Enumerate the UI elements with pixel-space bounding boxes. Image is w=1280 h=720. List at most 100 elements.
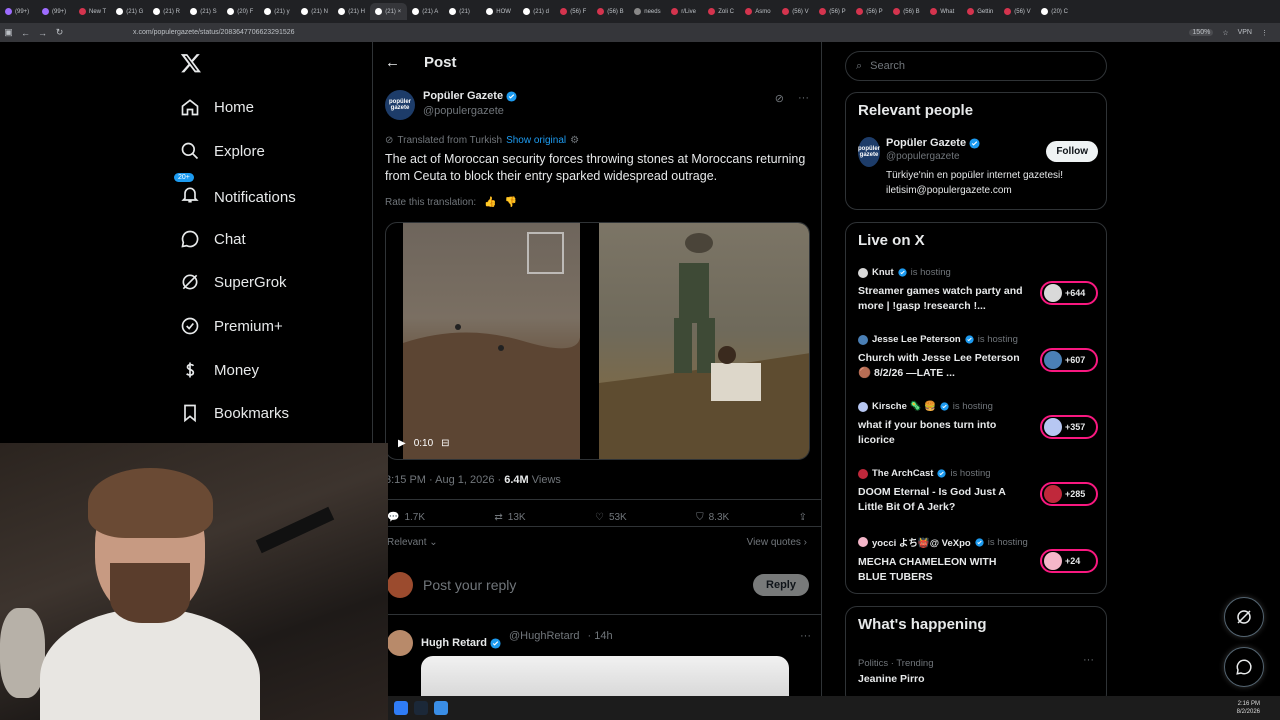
browser-tab[interactable]: New T xyxy=(74,3,111,20)
browser-tab[interactable]: (56) V xyxy=(999,3,1036,20)
live-item[interactable]: The ArchCast is hosting DOOM Eternal - Is … xyxy=(858,468,1098,515)
live-item[interactable]: Knut is hosting Streamer games watch party… xyxy=(858,267,1098,314)
settings-icon[interactable]: ⚙ xyxy=(570,135,579,146)
browser-tab[interactable]: Zoli C xyxy=(703,3,740,20)
browser-tab[interactable]: r/Live xyxy=(666,3,703,20)
forward-icon[interactable]: → xyxy=(34,28,51,38)
host-name[interactable]: Jesse Lee Peterson xyxy=(872,334,961,345)
host-name[interactable]: Knut xyxy=(872,267,894,278)
browser-tab[interactable]: (21) S xyxy=(185,3,222,20)
listener-pill[interactable]: +357 xyxy=(1040,415,1098,439)
nav-chat[interactable]: Chat xyxy=(180,229,246,249)
start-icon[interactable] xyxy=(394,701,408,715)
browser-tab[interactable]: (21) G xyxy=(111,3,148,20)
chat-fab[interactable] xyxy=(1224,647,1264,687)
live-title[interactable]: DOOM Eternal - Is God Just A Little Bit … xyxy=(858,485,1023,515)
thumbs-down-icon[interactable]: 👎 xyxy=(505,197,517,208)
listener-pill[interactable]: +607 xyxy=(1040,348,1098,372)
nav-supergrok[interactable]: SuperGrok xyxy=(180,272,287,292)
search-input[interactable]: ⌕ Search xyxy=(845,51,1107,81)
listener-pill[interactable]: +285 xyxy=(1040,482,1098,506)
back-icon[interactable]: ← xyxy=(17,28,34,38)
trend-title[interactable]: Jeanine Pirro xyxy=(858,673,925,685)
follow-button[interactable]: Follow xyxy=(1046,141,1098,162)
browser-tab[interactable]: needs xyxy=(629,3,666,20)
nav-notifications[interactable]: 20+ Notifications xyxy=(174,173,296,209)
repost-action[interactable]: ⇄ 13K xyxy=(494,512,525,523)
author-handle[interactable]: @populergazete xyxy=(423,105,517,117)
nav-money[interactable]: Money xyxy=(180,360,259,380)
live-item[interactable]: Kirsche 🦠 🍔 is hosting what if your bones … xyxy=(858,401,1098,448)
sort-dropdown[interactable]: Relevant ⌄ xyxy=(387,537,438,548)
browser-tab[interactable]: (21) × xyxy=(370,3,408,20)
bookmark-action[interactable]: ⛉ 8.3K xyxy=(696,512,729,523)
reload-icon[interactable]: ↻ xyxy=(51,27,68,38)
host-name[interactable]: Kirsche 🦠 🍔 xyxy=(872,401,936,412)
browser-tab[interactable]: (21) N xyxy=(296,3,333,20)
browser-tab[interactable]: HOW xyxy=(481,3,518,20)
thumbs-up-icon[interactable]: 👍 xyxy=(484,197,496,208)
browser-tab[interactable]: What xyxy=(925,3,962,20)
live-title[interactable]: MECHA CHAMELEON WITH BLUE TUBERS xyxy=(858,555,1023,585)
live-title[interactable]: Church with Jesse Lee Peterson 🟤 8/2/26 … xyxy=(858,351,1023,381)
grok-icon[interactable]: ⊘ xyxy=(775,92,784,105)
nav-bookmarks[interactable]: Bookmarks xyxy=(180,403,289,423)
browser-tab[interactable]: (56) B xyxy=(888,3,925,20)
browser-tab[interactable]: (56) B xyxy=(592,3,629,20)
reply-time[interactable]: · 14h xyxy=(587,630,612,656)
relevant-person[interactable]: popüler gazete Popüler Gazete @populerga… xyxy=(858,137,1098,198)
browser-tab[interactable]: (56) V xyxy=(777,3,814,20)
avatar[interactable]: popüler gazete xyxy=(385,90,415,120)
host-name[interactable]: yocci よち👹@ VeXpo xyxy=(872,535,971,549)
nav-home[interactable]: Home xyxy=(180,97,254,117)
listener-pill[interactable]: +24 xyxy=(1040,549,1098,573)
back-arrow-icon[interactable]: ← xyxy=(385,54,400,71)
more-icon[interactable]: ··· xyxy=(1083,654,1094,666)
vpn-badge[interactable]: VPN xyxy=(1238,29,1252,36)
listener-pill[interactable]: +644 xyxy=(1040,281,1098,305)
reply-action[interactable]: 💬 1.7K xyxy=(387,512,425,523)
browser-tab[interactable]: Asmo xyxy=(740,3,777,20)
view-quotes-link[interactable]: View quotes › xyxy=(747,537,807,548)
share-icon[interactable]: ⇪ xyxy=(799,512,807,523)
live-item[interactable]: Jesse Lee Peterson is hosting Church with … xyxy=(858,334,1098,381)
nav-explore[interactable]: Explore xyxy=(180,141,265,161)
captions-icon[interactable]: ⊟ xyxy=(441,438,449,449)
reply-input[interactable]: Post your reply xyxy=(423,577,753,593)
browser-tab[interactable]: (21) H xyxy=(333,3,370,20)
post-video[interactable]: ▶ 0:10 ⊟ xyxy=(385,222,810,460)
star-icon[interactable]: ☆ xyxy=(1222,29,1228,37)
reply-post[interactable]: Hugh Retard @HughRetard · 14h ··· xyxy=(387,630,811,656)
system-clock[interactable]: 2:16 PM 8/2/2026 xyxy=(1237,700,1260,716)
browser-tab[interactable]: (56) F xyxy=(555,3,592,20)
like-action[interactable]: ♡ 53K xyxy=(595,512,627,523)
reply-media[interactable] xyxy=(421,656,789,696)
sidebar-toggle-icon[interactable]: ▣ xyxy=(0,27,17,38)
grok-fab[interactable] xyxy=(1224,597,1264,637)
zoom-indicator[interactable]: 150% xyxy=(1189,29,1214,36)
more-icon[interactable]: ··· xyxy=(800,630,811,642)
browser-tab[interactable]: (56) P xyxy=(814,3,851,20)
browser-tab[interactable]: (99+) xyxy=(37,3,74,20)
x-logo-icon[interactable] xyxy=(180,52,202,74)
url-field[interactable]: x.com/populergazete/status/2083647706623… xyxy=(133,29,295,36)
person-name[interactable]: Popüler Gazete xyxy=(886,137,966,149)
browser-tab[interactable]: (21) xyxy=(444,3,481,20)
app-icon[interactable] xyxy=(434,701,448,715)
browser-tab[interactable]: (99+) xyxy=(0,3,37,20)
browser-tab[interactable]: (20) F xyxy=(222,3,259,20)
reply-button[interactable]: Reply xyxy=(753,574,809,596)
live-title[interactable]: what if your bones turn into licorice xyxy=(858,418,1023,448)
menu-icon[interactable]: ⋮ xyxy=(1261,29,1268,37)
nav-premium[interactable]: Premium+ xyxy=(180,316,283,336)
steam-icon[interactable] xyxy=(414,701,428,715)
post-datetime[interactable]: 3:15 PM · Aug 1, 2026 · xyxy=(385,474,504,486)
browser-tab[interactable]: (21) y xyxy=(259,3,296,20)
play-icon[interactable]: ▶ xyxy=(398,438,406,449)
live-item[interactable]: yocci よち👹@ VeXpo is hosting MECHA CHAMELEO… xyxy=(858,535,1098,585)
host-name[interactable]: The ArchCast xyxy=(872,468,933,479)
post-author[interactable]: popüler gazete Popüler Gazete @populerga… xyxy=(385,90,517,120)
browser-tab[interactable]: (21) d xyxy=(518,3,555,20)
show-original-link[interactable]: Show original xyxy=(506,135,566,146)
reply-author-handle[interactable]: @HughRetard xyxy=(509,630,579,656)
